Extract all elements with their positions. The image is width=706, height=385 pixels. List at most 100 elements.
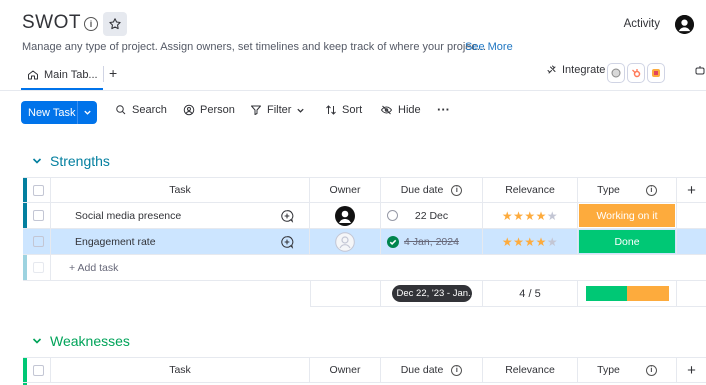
type-summary[interactable] [578,281,677,306]
tab-divider [103,66,104,82]
select-all-checkbox[interactable] [27,178,51,202]
column-header-task[interactable]: Task [51,358,310,382]
info-icon[interactable]: i [451,184,463,196]
group-header-strengths[interactable]: Strengths [32,153,110,169]
column-header-type[interactable]: Type i [578,358,677,382]
tab-main-table[interactable]: Main Tab... [21,62,103,90]
row-checkbox[interactable] [27,229,51,254]
tab-bar-divider [0,90,706,91]
check-circle-icon[interactable] [387,235,399,248]
type-label: Type [597,184,620,196]
type-label: Type [597,364,620,376]
owner-empty-avatar[interactable] [310,229,381,254]
relevance-rating[interactable]: ★★★★★ [483,203,578,228]
table-header: Task Owner Due date i Relevance Type i + [23,357,706,383]
select-all-checkbox[interactable] [27,358,51,382]
column-header-type[interactable]: Type i [578,178,677,202]
person-icon [183,104,195,116]
date-range-pill: Dec 22, '23 - Jan... [391,285,472,302]
due-date-label: Due date [400,184,444,196]
date-range-summary[interactable]: Dec 22, '23 - Jan... [381,281,483,306]
new-task-button[interactable]: New Task [21,101,97,124]
new-task-label: New Task [28,106,76,119]
chevron-down-icon[interactable] [32,336,42,346]
column-header-due-date[interactable]: Due date i [381,178,483,202]
column-header-relevance[interactable]: Relevance [483,358,578,382]
due-date-cell[interactable]: 4 Jan, 2024 [381,229,483,254]
integration-icons[interactable] [607,63,665,83]
add-task-row[interactable]: + Add task [23,255,706,281]
add-column-button[interactable]: + [677,178,706,202]
eye-hidden-icon [380,105,393,115]
column-header-task[interactable]: Task [51,178,310,202]
user-avatar[interactable] [675,15,694,34]
new-task-dropdown-icon[interactable] [77,101,97,124]
filter-icon [251,105,261,115]
add-view-button[interactable]: + [109,65,117,81]
integration-app-icon [607,63,625,83]
column-header-owner[interactable]: Owner [310,178,381,202]
table-row[interactable]: Social media presence 22 Dec ★★★★★ Worki… [23,203,706,229]
activity-link[interactable]: Activity [624,18,660,30]
table-row[interactable]: Engagement rate 4 Jan, 2024 ★★★★★ Done [23,229,706,255]
info-icon[interactable]: i [451,364,463,376]
board-title[interactable]: SWOT [22,12,81,34]
group-title[interactable]: Weaknesses [50,333,130,349]
group-header-weaknesses[interactable]: Weaknesses [32,333,130,349]
row-checkbox [27,255,51,280]
due-date-cell[interactable]: 22 Dec [381,203,483,228]
integrate-icon [547,65,556,74]
owner-summary [310,281,381,306]
rating-stars: ★★★★★ [501,234,559,249]
column-header-owner[interactable]: Owner [310,358,381,382]
automation-icon[interactable] [694,65,706,80]
filter-button[interactable]: Filter [250,104,305,116]
owner-avatar[interactable] [310,203,381,228]
search-icon [116,105,126,115]
column-header-relevance[interactable]: Relevance [483,178,578,202]
add-update-icon[interactable] [265,229,310,254]
type-distribution-bar [585,286,669,301]
due-date-label: Due date [400,364,444,376]
person-filter-button[interactable]: Person [183,104,235,116]
info-icon[interactable]: i [645,364,657,376]
task-name[interactable]: Engagement rate [51,229,265,254]
relevance-rating[interactable]: ★★★★★ [483,229,578,254]
relevance-summary: 4 / 5 [483,281,578,306]
add-update-icon[interactable] [265,203,310,228]
integrate-label: Integrate [562,64,606,76]
add-task-input[interactable]: + Add task [51,255,706,280]
status-badge: Working on it [579,204,675,227]
task-name[interactable]: Social media presence [51,203,265,228]
due-date-value: 4 Jan, 2024 [404,235,459,248]
hide-button[interactable]: Hide [380,104,421,116]
hubspot-icon [627,63,645,83]
date-status-circle-icon[interactable] [387,210,398,221]
due-date-value: 22 Dec [414,209,449,222]
chevron-down-icon[interactable] [32,156,42,166]
integrate-button[interactable]: Integrate [546,64,605,76]
sort-label: Sort [342,104,363,116]
add-column-button[interactable]: + [677,358,706,382]
summary-row: Dec 22, '23 - Jan... 4 / 5 [310,281,706,307]
hide-label: Hide [398,104,421,116]
table-header: Task Owner Due date i Relevance Type i + [23,177,706,203]
row-checkbox[interactable] [27,203,51,228]
info-icon[interactable]: i [645,184,657,196]
board-description: Manage any type of project. Assign owner… [22,41,487,53]
group-title[interactable]: Strengths [50,153,110,169]
type-status-cell[interactable]: Done [578,229,677,254]
type-status-cell[interactable]: Working on it [578,203,677,228]
integration-grid-icon [647,63,665,83]
favorite-star-icon[interactable] [103,12,127,36]
see-more-link[interactable]: See More [465,41,513,53]
column-header-due-date[interactable]: Due date i [381,358,483,382]
info-icon[interactable]: i [84,17,98,31]
strengths-table: Task Owner Due date i Relevance Type i +… [23,177,706,307]
more-options-button[interactable]: ··· [437,102,450,117]
home-icon [28,70,38,80]
rating-stars: ★★★★★ [501,208,559,223]
chevron-down-icon[interactable] [296,106,305,115]
sort-button[interactable]: Sort [325,104,362,116]
search-button[interactable]: Search [115,104,167,116]
